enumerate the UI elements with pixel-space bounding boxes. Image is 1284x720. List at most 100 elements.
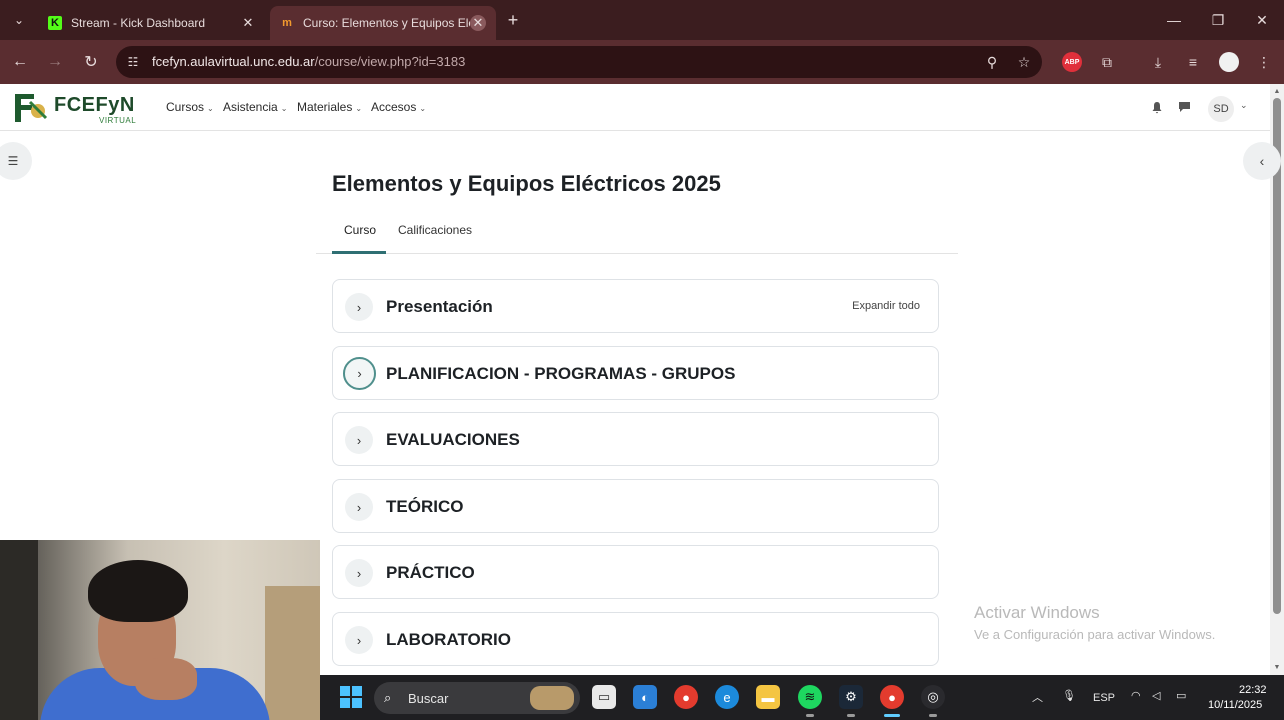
chevron-down-icon: ⌄: [207, 104, 214, 113]
menu-label: Cursos: [166, 100, 205, 114]
running-indicator: [806, 714, 814, 717]
reload-icon: ↻: [84, 54, 98, 71]
menu-cursos[interactable]: Cursos ⌄: [166, 100, 214, 114]
chevron-left-icon: ‹: [1259, 153, 1265, 169]
chevron-down-icon[interactable]: ⌄: [1240, 100, 1248, 111]
widgets-icon[interactable]: ◐: [633, 685, 657, 709]
minimize-button[interactable]: —: [1152, 0, 1196, 40]
chevron-right-icon[interactable]: ›: [345, 493, 373, 521]
file-explorer-icon[interactable]: ▬: [756, 685, 780, 709]
restore-button[interactable]: ❐: [1196, 0, 1240, 40]
section-title[interactable]: Presentación: [386, 297, 493, 317]
restore-icon: ❐: [1211, 11, 1225, 28]
url-path: /course/view.php?id=3183: [314, 54, 466, 69]
bookmark-star-icon[interactable]: ☆: [1014, 52, 1034, 72]
site-logo[interactable]: FCEFyN VIRTUAL: [12, 88, 142, 128]
new-tab-button[interactable]: +: [502, 9, 524, 31]
section-title[interactable]: PLANIFICACION - PROGRAMAS - GRUPOS: [386, 364, 735, 384]
arrow-right-icon: →: [47, 53, 63, 70]
obs-icon[interactable]: ◎: [921, 685, 945, 709]
section-title[interactable]: EVALUACIONES: [386, 430, 520, 450]
tab-title: Curso: Elementos y Equipos Elé: [303, 16, 470, 30]
url-host: fcefyn.aulavirtual.unc.edu.ar: [152, 54, 315, 69]
section-presentacion[interactable]: › Presentación Expandir todo: [332, 279, 939, 333]
menu-label: Materiales: [297, 100, 353, 114]
extensions-puzzle-icon[interactable]: ⧉: [1095, 50, 1119, 74]
reload-button[interactable]: ↻: [79, 50, 103, 74]
avatar-initials: SD: [1213, 103, 1229, 115]
chevron-right-icon[interactable]: ›: [343, 357, 376, 390]
webcam-overlay: [0, 540, 320, 720]
menu-materiales[interactable]: Materiales ⌄: [297, 100, 362, 114]
profile-avatar-icon[interactable]: [1219, 52, 1239, 72]
clock-time[interactable]: 22:32: [1239, 684, 1267, 696]
url-text[interactable]: fcefyn.aulavirtual.unc.edu.ar/course/vie…: [152, 54, 465, 69]
browser-tab-course[interactable]: m Curso: Elementos y Equipos Elé ✕: [270, 6, 496, 40]
activation-watermark-subtitle: Ve a Configuración para activar Windows.: [974, 627, 1216, 642]
block-drawer-toggle[interactable]: ‹: [1243, 142, 1281, 180]
chevron-down-icon: ⌄: [355, 104, 363, 113]
browser-tab-kick[interactable]: K Stream - Kick Dashboard ✕: [38, 6, 266, 40]
scroll-up-icon[interactable]: ▲: [1272, 86, 1282, 96]
arrow-left-icon: ←: [12, 53, 28, 70]
task-view-icon[interactable]: ▭: [592, 685, 616, 709]
spotify-icon[interactable]: ≋: [798, 685, 822, 709]
taskbar-search[interactable]: ⌕ Buscar: [374, 682, 580, 714]
search-icon: ⌕: [384, 690, 392, 705]
webcam-background-shelf: [265, 586, 320, 720]
tab-title: Stream - Kick Dashboard: [71, 16, 206, 30]
zoom-icon[interactable]: ⚲: [982, 52, 1002, 72]
scroll-down-icon[interactable]: ▼: [1272, 662, 1282, 672]
back-button[interactable]: ←: [8, 50, 32, 74]
close-icon[interactable]: ✕: [470, 15, 486, 31]
chevron-down-icon: ⌄: [280, 104, 288, 113]
battery-icon[interactable]: ▭: [1176, 689, 1186, 702]
language-indicator[interactable]: ESP: [1093, 692, 1115, 704]
notifications-bell-icon[interactable]: [1148, 98, 1166, 116]
adblock-plus-icon[interactable]: ABP: [1062, 52, 1082, 72]
section-title[interactable]: PRÁCTICO: [386, 563, 475, 583]
chevron-right-icon[interactable]: ›: [345, 293, 373, 321]
volume-icon[interactable]: ◁: [1152, 689, 1160, 702]
tab-calificaciones[interactable]: Calificaciones: [398, 223, 472, 237]
download-icon[interactable]: ⤓: [1146, 50, 1170, 74]
section-evaluaciones[interactable]: › EVALUACIONES: [332, 412, 939, 466]
menu-asistencia[interactable]: Asistencia ⌄: [223, 100, 287, 114]
media-control-icon[interactable]: ≡: [1181, 50, 1205, 74]
user-avatar[interactable]: SD: [1208, 96, 1234, 122]
expand-all-link[interactable]: Expandir todo: [852, 300, 920, 312]
site-settings-icon[interactable]: ☷: [124, 53, 142, 71]
wifi-icon[interactable]: ◠: [1131, 689, 1141, 702]
tray-overflow-icon[interactable]: ︿: [1032, 689, 1043, 705]
close-window-button[interactable]: ✕: [1240, 0, 1284, 40]
kebab-menu-icon[interactable]: ⋮: [1252, 50, 1276, 74]
steam-icon[interactable]: ⚙: [839, 685, 863, 709]
logo-subtext: VIRTUAL: [99, 116, 137, 125]
windows-start-icon[interactable]: [340, 686, 362, 708]
course-index-toggle[interactable]: ☰: [0, 142, 32, 180]
section-laboratorio[interactable]: › LABORATORIO: [332, 612, 939, 666]
clock-date[interactable]: 10/11/2025: [1208, 699, 1262, 711]
section-teorico[interactable]: › TEÓRICO: [332, 479, 939, 533]
tab-search-button[interactable]: ⌄: [6, 7, 32, 33]
menu-accesos[interactable]: Accesos ⌄: [371, 100, 426, 114]
close-icon[interactable]: ✕: [240, 15, 256, 31]
tab-curso[interactable]: Curso: [344, 223, 376, 237]
edge-icon[interactable]: e: [715, 685, 739, 709]
section-title[interactable]: LABORATORIO: [386, 630, 511, 650]
tab-divider: [316, 253, 958, 254]
address-bar[interactable]: ☷ fcefyn.aulavirtual.unc.edu.ar/course/v…: [116, 46, 1042, 78]
chevron-right-icon[interactable]: ›: [345, 559, 373, 587]
section-planificacion[interactable]: › PLANIFICACION - PROGRAMAS - GRUPOS: [332, 346, 939, 400]
browser-toolbar: ← → ↻ ☷ fcefyn.aulavirtual.unc.edu.ar/co…: [0, 40, 1284, 84]
messages-icon[interactable]: [1175, 98, 1193, 116]
forward-button[interactable]: →: [43, 50, 67, 74]
section-practico[interactable]: › PRÁCTICO: [332, 545, 939, 599]
chevron-right-icon[interactable]: ›: [345, 426, 373, 454]
section-title[interactable]: TEÓRICO: [386, 497, 463, 517]
chevron-right-icon[interactable]: ›: [345, 626, 373, 654]
webcam-background-door: [0, 540, 38, 720]
chrome-icon[interactable]: ●: [674, 685, 698, 709]
chrome-profile-icon[interactable]: ●: [880, 685, 904, 709]
microphone-icon[interactable]: 🎙: [1062, 689, 1076, 702]
